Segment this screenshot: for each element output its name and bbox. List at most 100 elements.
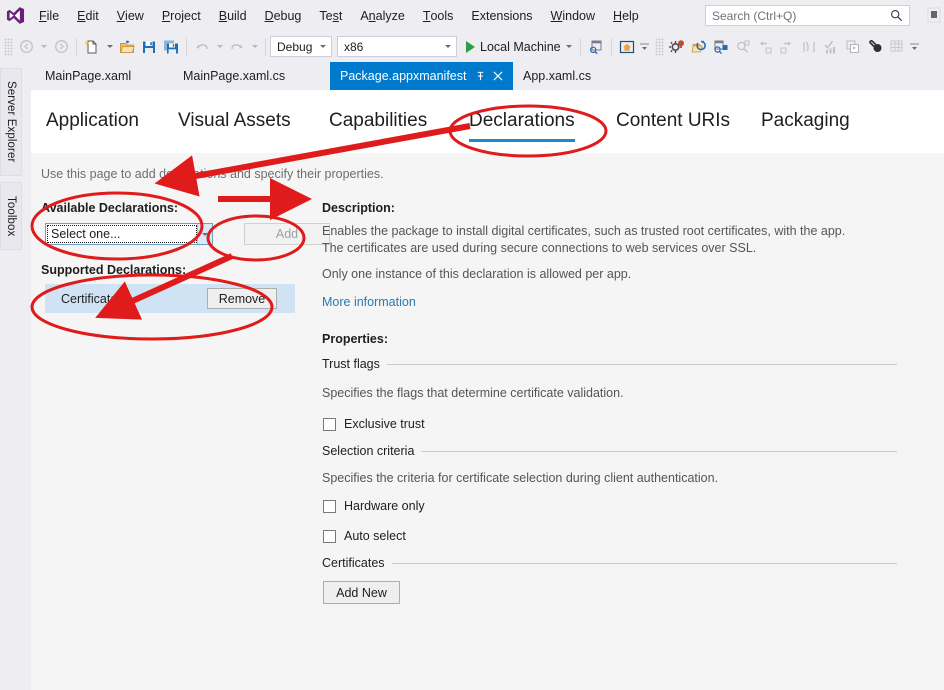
grid-table-icon[interactable] [886,35,908,59]
document-tab-app-xaml-cs[interactable]: App.xaml.cs [513,62,601,90]
chevron-down-icon[interactable] [320,45,331,48]
available-declarations-combo[interactable]: Select one... [45,223,213,245]
menu-items: File Edit View Project Build Debug Te s t An alyze… [30,0,648,31]
find-in-window-icon[interactable] [585,35,607,59]
document-tab-strip: MainPage.xaml MainPage.xaml.cs Package.a… [31,62,944,90]
platform-combo[interactable]: x86 [337,36,457,57]
navigate-forward-icon[interactable] [50,35,72,59]
menu-item-file[interactable]: File [30,0,68,31]
tab-packaging[interactable]: Packaging [761,90,850,152]
checkbox-row-auto-select[interactable]: Auto select [323,529,406,543]
remove-button-label: Remove [218,291,266,306]
sidebar-item-label: Server Explorer [5,81,17,163]
partial-cut-off-icon[interactable] [927,7,943,23]
navigate-back-icon[interactable] [15,35,37,59]
tab-application[interactable]: Application [46,90,139,152]
menu-item-extensions[interactable]: Extensions [462,0,541,31]
menu-item-help[interactable]: Help [604,0,648,31]
menu-item-build[interactable]: Build [210,0,256,31]
save-all-icon[interactable] [160,35,182,59]
chevron-down-icon[interactable] [197,224,212,244]
document-tab-mainpage-xaml[interactable]: MainPage.xaml [35,62,141,90]
menu-item-debug[interactable]: Debug [256,0,311,31]
visual-studio-logo-icon [0,0,30,31]
menu-item-tools[interactable]: Tools [414,0,463,31]
toolbar-separator [579,37,581,56]
tab-label: Visual Assets [178,110,291,131]
toolbar-grip[interactable] [4,37,13,56]
sidebar-item-server-explorer[interactable]: Server Explorer [0,68,22,176]
start-debug-button[interactable]: Local Machine [462,35,576,59]
exclusive-trust-checkbox[interactable] [323,417,336,431]
menu-item-project[interactable]: Project [153,0,210,31]
open-file-folder-icon[interactable] [116,35,138,59]
document-tab-mainpage-xaml-cs[interactable]: MainPage.xaml.cs [173,62,295,90]
undo-dropdown[interactable] [213,35,226,59]
sidebar-item-toolbox[interactable]: Toolbox [0,182,22,250]
document-tab-package-appxmanifest[interactable]: Package.appxmanifest [330,62,514,90]
declaration-name: Certificates [61,291,124,306]
close-x-icon[interactable] [493,71,503,81]
checkbox-label: Exclusive trust [344,417,425,431]
hardware-only-checkbox[interactable] [323,499,336,513]
available-declarations-label: Available Declarations: [41,201,179,215]
tab-content-uris[interactable]: Content URIs [616,90,730,152]
configuration-value: Debug [277,39,313,54]
toolbar-grip[interactable] [654,37,664,56]
chevron-down-icon[interactable] [565,45,572,48]
group-divider [386,363,897,365]
hot-reload-icon[interactable] [666,35,688,59]
properties-label: Properties: [322,332,388,346]
combo-text-area[interactable]: Select one... [47,225,197,243]
pin-icon[interactable] [475,71,486,82]
document-tab-label: MainPage.xaml.cs [183,69,286,83]
navigate-back-dropdown[interactable] [37,35,50,59]
search-input[interactable]: Search (Ctrl+Q) [705,5,910,26]
new-project-dropdown[interactable] [103,35,116,59]
tab-capabilities[interactable]: Capabilities [329,90,427,152]
live-visual-tree-icon[interactable] [710,35,732,59]
save-icon[interactable] [138,35,160,59]
zoom-search-icon[interactable] [732,35,754,59]
step-into-right-icon[interactable] [776,35,798,59]
menu-item-view[interactable]: View [108,0,153,31]
step-out-left-icon[interactable] [754,35,776,59]
new-project-icon[interactable] [81,35,103,59]
remove-declaration-button[interactable]: Remove [207,288,277,309]
checkmark-chart-icon[interactable] [820,35,842,59]
tab-declarations[interactable]: Declarations [469,90,575,152]
overflow-chevron-icon[interactable] [638,35,651,59]
add-new-certificate-button[interactable]: Add New [323,581,400,604]
overflow-chevron-icon[interactable] [908,35,921,59]
menu-item-analyze[interactable]: An alyze [351,0,413,31]
redo-dropdown[interactable] [248,35,261,59]
link-circle-icon[interactable] [864,35,886,59]
tab-visual-assets[interactable]: Visual Assets [178,90,291,152]
copy-window-icon[interactable] [842,35,864,59]
add-declaration-button[interactable]: Add [244,223,330,245]
search-placeholder: Search (Ctrl+Q) [712,8,797,23]
platform-value: x86 [344,39,364,54]
add-button-label: Add [275,227,299,241]
supported-declaration-row-certificates[interactable]: Certificates Remove [45,284,295,313]
auto-select-checkbox[interactable] [323,529,336,543]
menu-item-edit[interactable]: Edit [68,0,108,31]
configuration-combo[interactable]: Debug [270,36,332,57]
chevron-down-icon[interactable] [445,45,456,48]
undo-icon[interactable] [191,35,213,59]
checkbox-row-hardware-only[interactable]: Hardware only [323,499,425,513]
visual-studio-window: File Edit View Project Build Debug Te s t An alyze… [0,0,944,690]
home-boxed-icon[interactable] [616,35,638,59]
toolbar-separator [610,37,612,56]
group-divider [421,450,897,452]
checkbox-row-exclusive-trust[interactable]: Exclusive trust [323,417,425,431]
restart-app-icon[interactable] [688,35,710,59]
declarations-page: Use this page to add declarations and sp… [31,153,944,690]
break-all-icon[interactable] [798,35,820,59]
description-label: Description: [322,201,395,215]
more-information-link[interactable]: More information [322,295,416,309]
menu-item-window[interactable]: Window [542,0,604,31]
redo-icon[interactable] [226,35,248,59]
menu-item-test[interactable]: Te s t [310,0,351,31]
standard-toolbar: Debug x86 Local Machine [0,31,944,62]
